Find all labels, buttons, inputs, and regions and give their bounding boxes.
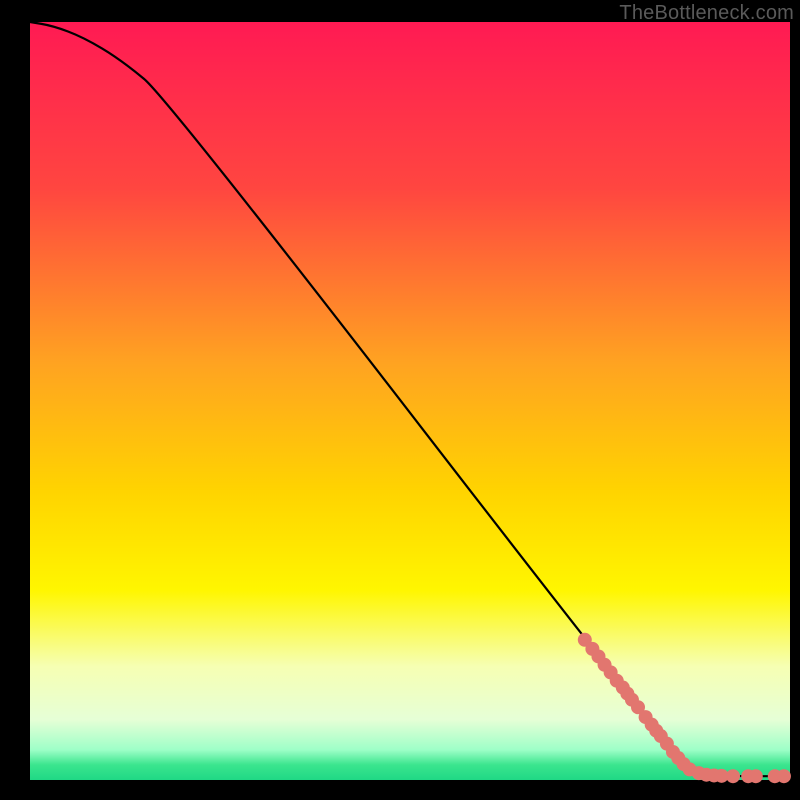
chart-frame: TheBottleneck.com xyxy=(0,0,800,800)
watermark-text: TheBottleneck.com xyxy=(619,2,794,25)
chart-svg xyxy=(0,0,800,800)
scatter-point xyxy=(777,769,791,783)
plot-background xyxy=(30,22,790,780)
scatter-point xyxy=(726,769,740,783)
scatter-point xyxy=(749,769,763,783)
